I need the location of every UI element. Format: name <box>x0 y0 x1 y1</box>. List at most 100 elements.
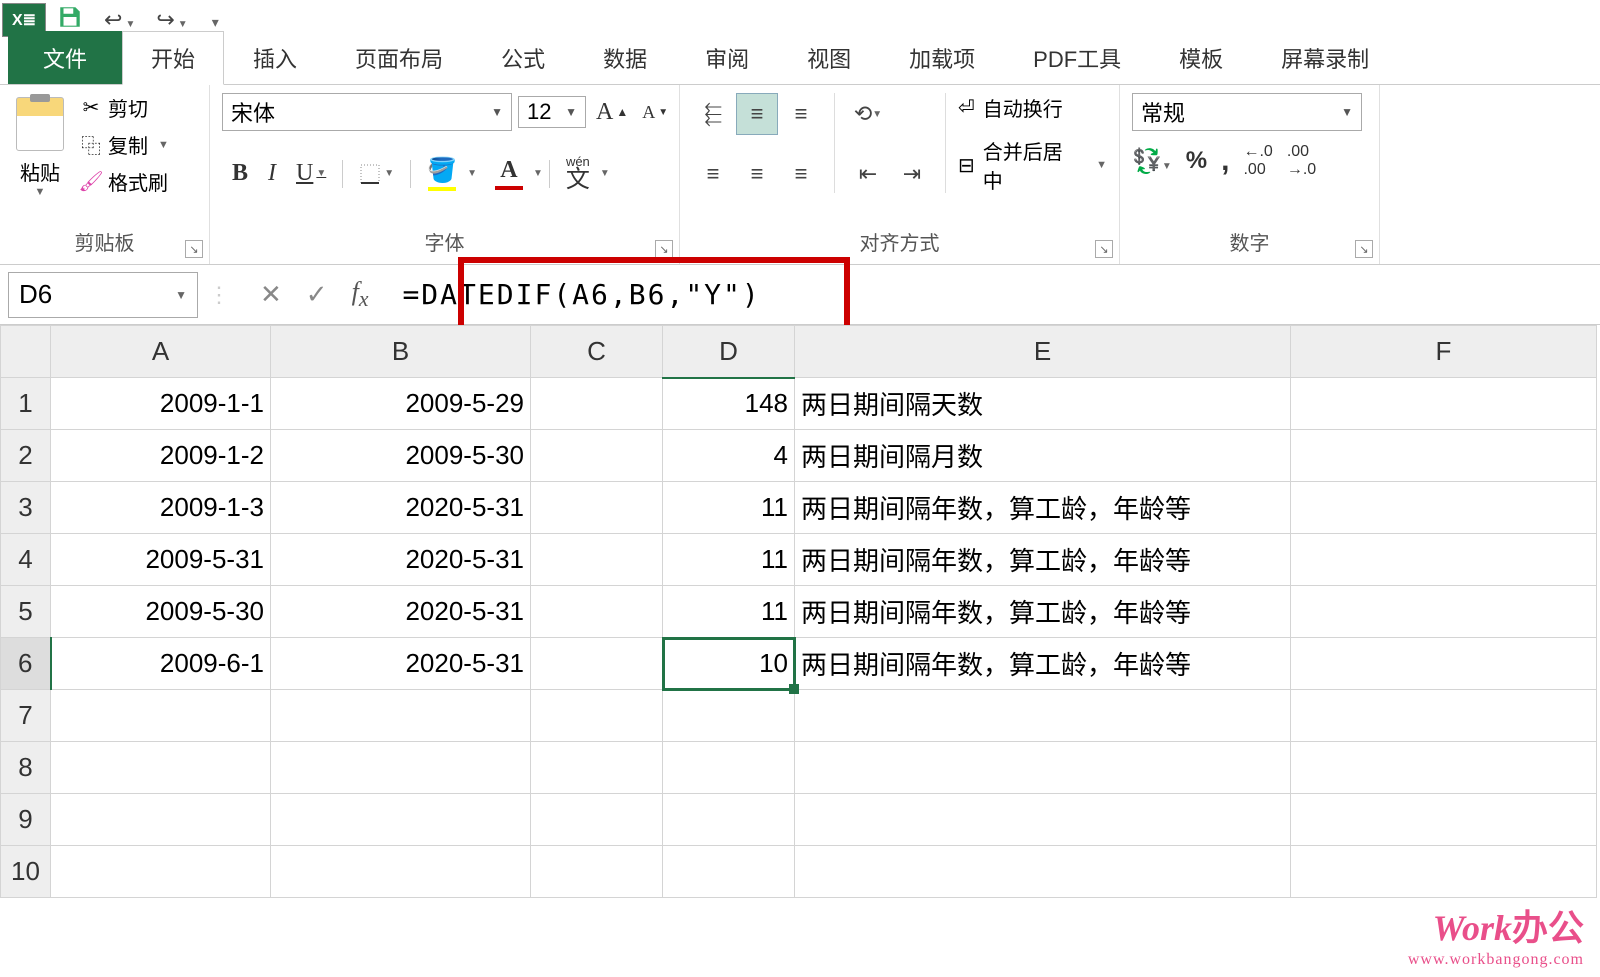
orientation-button[interactable]: ⟲▼ <box>847 93 889 135</box>
cell-E1[interactable]: 两日期间隔天数 <box>795 378 1291 430</box>
cell-D5[interactable]: 11 <box>663 586 795 638</box>
cell-E7[interactable] <box>795 690 1291 742</box>
align-left-button[interactable]: ≡ <box>692 153 734 195</box>
cell-D4[interactable]: 11 <box>663 534 795 586</box>
cell-F6[interactable] <box>1291 638 1597 690</box>
row-header-1[interactable]: 1 <box>1 378 51 430</box>
tab-formulas[interactable]: 公式 <box>472 31 574 84</box>
cell-D1[interactable]: 148 <box>663 378 795 430</box>
align-bottom-button[interactable]: ≡ <box>780 93 822 135</box>
border-button[interactable]: ▼ <box>349 157 404 191</box>
cell-B2[interactable]: 2009-5-30 <box>271 430 531 482</box>
cell-E9[interactable] <box>795 794 1291 846</box>
cell-D8[interactable] <box>663 742 795 794</box>
cell-D10[interactable] <box>663 846 795 898</box>
cell-D3[interactable]: 11 <box>663 482 795 534</box>
cell-B10[interactable] <box>271 846 531 898</box>
align-center-button[interactable]: ≡ <box>736 153 778 195</box>
format-painter-button[interactable]: 🖌格式刷 <box>80 167 169 196</box>
merge-center-button[interactable]: ⊟合并后居中▼ <box>958 136 1107 194</box>
tab-review[interactable]: 审阅 <box>676 31 778 84</box>
cell-A2[interactable]: 2009-1-2 <box>51 430 271 482</box>
cell-F7[interactable] <box>1291 690 1597 742</box>
insert-function-button[interactable]: fx <box>352 277 369 312</box>
increase-decimal-button[interactable]: ←.0.00 <box>1243 143 1272 179</box>
cell-D2[interactable]: 4 <box>663 430 795 482</box>
cell-A8[interactable] <box>51 742 271 794</box>
cell-E5[interactable]: 两日期间隔年数，算工龄，年龄等 <box>795 586 1291 638</box>
col-header-A[interactable]: A <box>51 326 271 378</box>
cell-D7[interactable] <box>663 690 795 742</box>
comma-style-button[interactable]: , <box>1221 144 1229 178</box>
cell-A9[interactable] <box>51 794 271 846</box>
spreadsheet-grid[interactable]: ABCDEF12009-1-12009-5-29148两日期间隔天数22009-… <box>0 325 1600 898</box>
row-header-3[interactable]: 3 <box>1 482 51 534</box>
tab-view[interactable]: 视图 <box>778 31 880 84</box>
cell-C2[interactable] <box>531 430 663 482</box>
increase-indent-button[interactable]: ⇥ <box>891 153 933 195</box>
cell-D6[interactable]: 10 <box>663 638 795 690</box>
clipboard-dialog-launcher[interactable]: ↘ <box>185 240 203 258</box>
cell-F9[interactable] <box>1291 794 1597 846</box>
cell-C10[interactable] <box>531 846 663 898</box>
paste-button[interactable]: 粘贴 ▼ <box>12 93 68 202</box>
wrap-text-button[interactable]: ⏎自动换行 <box>958 93 1107 122</box>
cell-F8[interactable] <box>1291 742 1597 794</box>
underline-button[interactable]: U▼ <box>286 154 336 193</box>
row-header-10[interactable]: 10 <box>1 846 51 898</box>
tab-insert[interactable]: 插入 <box>224 31 326 84</box>
align-top-button[interactable]: ⬱ <box>692 93 734 135</box>
align-right-button[interactable]: ≡ <box>780 153 822 195</box>
cell-A7[interactable] <box>51 690 271 742</box>
fill-color-button[interactable]: 🪣 <box>417 150 467 197</box>
formula-bar-input[interactable]: =DATEDIF(A6,B6,"Y") <box>388 278 1600 311</box>
cell-A4[interactable]: 2009-5-31 <box>51 534 271 586</box>
accounting-format-button[interactable]: 💱▼ <box>1132 147 1172 176</box>
decrease-indent-button[interactable]: ⇤ <box>847 153 889 195</box>
tab-pdf[interactable]: PDF工具 <box>1004 31 1150 84</box>
increase-font-button[interactable]: A▲ <box>592 99 632 126</box>
cell-F4[interactable] <box>1291 534 1597 586</box>
cell-E4[interactable]: 两日期间隔年数，算工龄，年龄等 <box>795 534 1291 586</box>
cell-C3[interactable] <box>531 482 663 534</box>
cell-B5[interactable]: 2020-5-31 <box>271 586 531 638</box>
italic-button[interactable]: I <box>258 154 286 193</box>
col-header-E[interactable]: E <box>795 326 1291 378</box>
cell-A5[interactable]: 2009-5-30 <box>51 586 271 638</box>
font-dialog-launcher[interactable]: ↘ <box>655 240 673 258</box>
tab-screenrec[interactable]: 屏幕录制 <box>1252 31 1398 84</box>
phonetic-button[interactable]: wén文 <box>556 149 600 198</box>
cell-B8[interactable] <box>271 742 531 794</box>
font-name-combo[interactable]: 宋体▼ <box>222 93 512 131</box>
tab-home[interactable]: 开始 <box>122 31 224 85</box>
copy-button[interactable]: ⿻复制▼ <box>80 130 169 159</box>
cell-E8[interactable] <box>795 742 1291 794</box>
enter-formula-button[interactable]: ✓ <box>306 279 328 310</box>
cell-B6[interactable]: 2020-5-31 <box>271 638 531 690</box>
col-header-D[interactable]: D <box>663 326 795 378</box>
cell-E10[interactable] <box>795 846 1291 898</box>
name-box[interactable]: D6▼ <box>8 272 198 318</box>
cell-C8[interactable] <box>531 742 663 794</box>
number-dialog-launcher[interactable]: ↘ <box>1355 240 1373 258</box>
decrease-font-button[interactable]: A▼ <box>638 102 672 123</box>
percent-button[interactable]: % <box>1186 147 1207 175</box>
row-header-7[interactable]: 7 <box>1 690 51 742</box>
cell-F10[interactable] <box>1291 846 1597 898</box>
cell-E2[interactable]: 两日期间隔月数 <box>795 430 1291 482</box>
decrease-decimal-button[interactable]: .00→.0 <box>1287 143 1316 179</box>
cell-C6[interactable] <box>531 638 663 690</box>
row-header-6[interactable]: 6 <box>1 638 51 690</box>
col-header-B[interactable]: B <box>271 326 531 378</box>
cell-C5[interactable] <box>531 586 663 638</box>
cell-A6[interactable]: 2009-6-1 <box>51 638 271 690</box>
cut-button[interactable]: ✂剪切 <box>80 93 169 122</box>
cell-E6[interactable]: 两日期间隔年数，算工龄，年龄等 <box>795 638 1291 690</box>
select-all-corner[interactable] <box>1 326 51 378</box>
tab-file[interactable]: 文件 <box>8 31 122 84</box>
cell-B3[interactable]: 2020-5-31 <box>271 482 531 534</box>
cell-D9[interactable] <box>663 794 795 846</box>
tab-pagelayout[interactable]: 页面布局 <box>326 31 472 84</box>
cell-B9[interactable] <box>271 794 531 846</box>
cell-F2[interactable] <box>1291 430 1597 482</box>
